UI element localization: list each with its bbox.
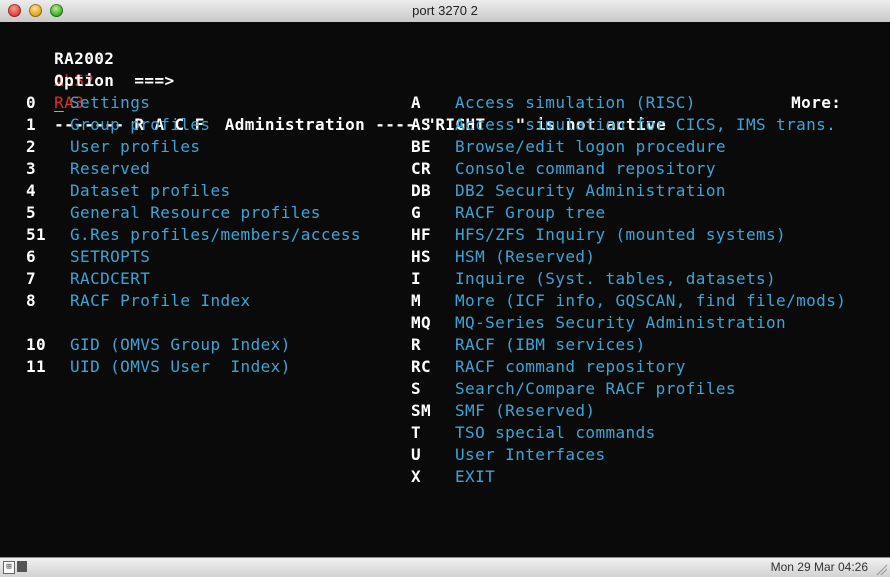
menu-item-key[interactable]: DB [411,180,431,202]
menu-item-label[interactable]: Search/Compare RACF profiles [455,378,736,400]
menu-item-key[interactable]: 7 [26,268,36,290]
menu-item-label[interactable]: MQ-Series Security Administration [455,312,786,334]
window-title: port 3270 2 [412,3,478,18]
menu-item-label[interactable]: DB2 Security Administration [455,180,726,202]
statusbar: ⊞ Mon 29 Mar 04:26 [0,557,890,577]
menu-item-key[interactable]: 5 [26,202,36,224]
menu-item-label[interactable]: SETROPTS [70,246,150,268]
menu-item-label[interactable]: RACDCERT [70,268,150,290]
menu-item-label[interactable]: RACF Profile Index [70,290,251,312]
menu-item-key[interactable]: 2 [26,136,36,158]
keyboard-icon[interactable]: ⊞ [3,561,15,574]
menu-item-label[interactable]: RACF Group tree [455,202,606,224]
more-plus: + [860,70,890,136]
menu-item-label[interactable]: HFS/ZFS Inquiry (mounted systems) [455,224,786,246]
menu-item-key[interactable]: A [411,92,421,114]
menu-item-label[interactable]: GID (OMVS Group Index) [70,334,291,356]
menu-item-label[interactable]: G.Res profiles/members/access [70,224,361,246]
menu-item-key[interactable]: U [411,444,421,466]
menu-item-key[interactable]: 51 [26,224,46,246]
menu-item-key[interactable]: HF [411,224,431,246]
menu-item-label[interactable]: Access simulation (RISC) [455,92,696,114]
resize-grip-icon[interactable] [875,563,887,575]
menu-item-label[interactable]: General Resource profiles [70,202,321,224]
menu-item-label[interactable]: Console command repository [455,158,716,180]
option-label: Option ===> [54,71,175,90]
menu-item-label[interactable]: Access simulation for CICS, IMS trans. [455,114,836,136]
menu-item-label[interactable]: Inquire (Syst. tables, datasets) [455,268,776,290]
menu-item-key[interactable]: M [411,290,421,312]
menu-item-key[interactable]: R [411,334,421,356]
menu-item-label[interactable]: SMF (Reserved) [455,400,595,422]
more-label: More: [791,93,842,112]
command-input[interactable]: _ [54,93,64,112]
menu-item-label[interactable]: RACF command repository [455,356,686,378]
menu-item-label[interactable]: EXIT [455,466,495,488]
menu-item-label[interactable]: RACF (IBM services) [455,334,646,356]
menu-item-label[interactable]: More (ICF info, GQSCAN, find file/mods) [455,290,846,312]
menu-item-key[interactable]: 6 [26,246,36,268]
menu-item-label[interactable]: User profiles [70,136,200,158]
menu-item-label[interactable]: Browse/edit logon procedure [455,136,726,158]
status-clock: Mon 29 Mar 04:26 [770,560,868,574]
lock-indicator-icon [17,561,27,572]
menu-item-key[interactable]: G [411,202,421,224]
window-titlebar: port 3270 2 [0,0,890,23]
menu-item-key[interactable]: MQ [411,312,431,334]
menu-item-key[interactable]: 4 [26,180,36,202]
menu-item-label[interactable]: User Interfaces [455,444,606,466]
menu-item-key[interactable]: 10 [26,334,46,356]
menu-item-key[interactable]: BE [411,136,431,158]
menu-item-key[interactable]: 3 [26,158,36,180]
menu-item-key[interactable]: AS [411,114,431,136]
menu-item-label[interactable]: Reserved [70,158,150,180]
menu-item-label[interactable]: Dataset profiles [70,180,231,202]
menu-item-key[interactable]: CR [411,158,431,180]
menu-item-label[interactable]: UID (OMVS User Index) [70,356,291,378]
menu-item-key[interactable]: 8 [26,290,36,312]
menu-item-key[interactable]: SM [411,400,431,422]
menu-item-label[interactable]: HSM (Reserved) [455,246,595,268]
menu-item-key[interactable]: HS [411,246,431,268]
menu-item-key[interactable]: S [411,378,421,400]
menu-item-key[interactable]: T [411,422,421,444]
menu-item-key[interactable]: X [411,466,421,488]
menu-item-key[interactable]: 0 [26,92,36,114]
menu-item-label[interactable]: Settings [70,92,150,114]
menu-item-label[interactable]: TSO special commands [455,422,656,444]
menu-item-label[interactable]: Group profiles [70,114,210,136]
menu-item-key[interactable]: 1 [26,114,36,136]
terminal-screen[interactable]: RA2002 ALS2 RA3 ------- R A C F Administ… [0,22,890,557]
menu-item-key[interactable]: I [411,268,421,290]
menu-item-key[interactable]: 11 [26,356,46,378]
menu-item-key[interactable]: RC [411,356,431,378]
